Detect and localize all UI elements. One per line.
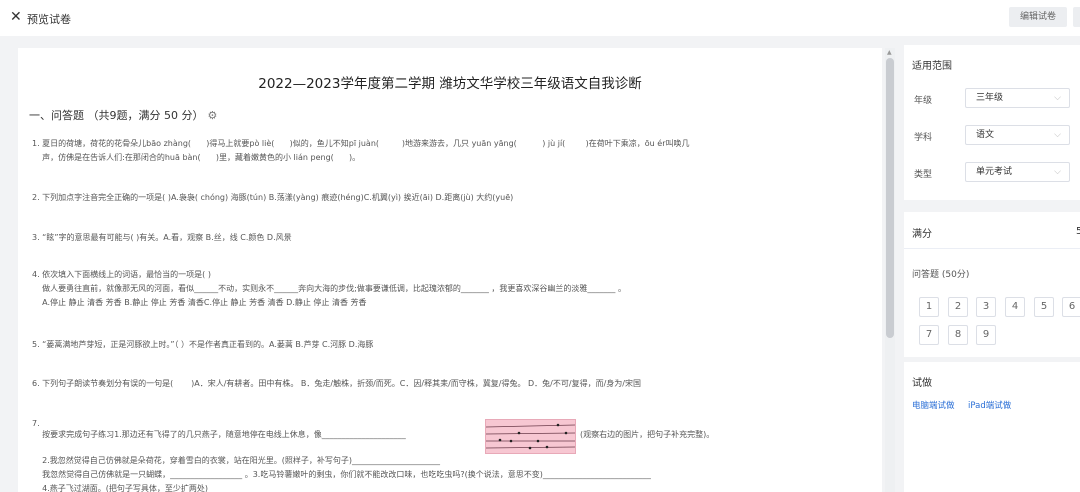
scope-title: 适用范围 — [912, 61, 952, 72]
chevron-down-icon: ⌵ — [1054, 167, 1061, 177]
section-title: 一、问答题 （共9题，满分 50 分） ⚙ — [29, 107, 217, 123]
score-panel: 满分 5 问答题 (50分) 1 2 3 4 5 6 7 8 9 — [904, 212, 1080, 357]
type-label: 类型 — [914, 170, 933, 180]
grade-select[interactable]: 三年级 ⌵ — [965, 88, 1070, 108]
top-bar: ✕ 预览试卷 编辑试卷 — [0, 0, 1080, 36]
grade-value: 三年级 — [976, 93, 1004, 103]
divider — [904, 248, 1080, 249]
scope-panel: 适用范围 年级 三年级 ⌵ 学科 语文 ⌵ 类型 单元考试 ⌵ — [904, 45, 1080, 200]
trial-panel: 试做 电脑端试做 iPad端试做 — [904, 362, 1080, 492]
scroll-up-icon[interactable]: ▲ — [887, 49, 892, 56]
grade-label: 年级 — [914, 96, 933, 106]
exam-title: 2022—2023学年度第二学期 潍坊文华学校三年级语文自我诊断 — [258, 76, 642, 92]
exam-paper: 2022—2023学年度第二学期 潍坊文华学校三年级语文自我诊断 一、问答题 （… — [18, 48, 882, 492]
question-group-label: 问答题 (50分) — [912, 270, 970, 280]
question-1: 1. 夏日的荷塘，荷花的花骨朵儿bāo zhàng( )得马上就要pò liè(… — [32, 139, 690, 162]
question-3: 3. “眩”字的意思最有可能与( )有关。A.看，观察 B.丝，线 C.颜色 D… — [32, 233, 292, 242]
paper-scrollbar[interactable]: ▲ — [885, 48, 895, 492]
question-number-6[interactable]: 6 — [1062, 297, 1080, 317]
chevron-down-icon: ⌵ — [1054, 93, 1061, 103]
ipad-trial-link[interactable]: iPad端试做 — [968, 399, 1011, 411]
chevron-down-icon: ⌵ — [1054, 130, 1061, 140]
question-number-2[interactable]: 2 — [948, 297, 968, 317]
question-number-8[interactable]: 8 — [948, 325, 968, 345]
pc-trial-link[interactable]: 电脑端试做 — [912, 399, 955, 411]
question-6: 6. 下列句子朗读节奏划分有误的一句是( )A．宋人/有耕者。田中有株。 B．兔… — [32, 379, 641, 388]
subject-select[interactable]: 语文 ⌵ — [965, 125, 1070, 145]
close-icon[interactable]: ✕ — [10, 9, 22, 25]
question-number-4[interactable]: 4 — [1005, 297, 1025, 317]
page-title: 预览试卷 — [27, 13, 71, 26]
edit-paper-button[interactable]: 编辑试卷 — [1009, 7, 1067, 27]
question-number-1[interactable]: 1 — [919, 297, 939, 317]
full-score-title: 满分 — [912, 229, 932, 240]
question-number-3[interactable]: 3 — [976, 297, 996, 317]
settings-icon[interactable]: ⚙ — [207, 109, 217, 122]
full-score-value: 5 — [1076, 226, 1080, 237]
question-7-part-1: 按要求完成句子练习1.那边还有飞得了的几只燕子，随意地停在电线上休息，像____… — [32, 430, 406, 439]
swallows-on-wire-image — [485, 419, 576, 454]
more-button[interactable] — [1073, 7, 1080, 27]
question-number-9[interactable]: 9 — [976, 325, 996, 345]
question-2: 2. 下列加点字注音完全正确的一项是( )A.袅袅( chóng) 海豚(tún… — [32, 193, 514, 202]
question-number-5[interactable]: 5 — [1034, 297, 1054, 317]
subject-value: 语文 — [976, 130, 995, 140]
question-5: 5. “蒌蒿满地芦芽短，正是河豚欲上时。”（ ）不是作者真正看到的。A.蒌蒿 B… — [32, 340, 374, 349]
type-value: 单元考试 — [976, 167, 1013, 177]
scroll-thumb[interactable] — [886, 58, 894, 338]
question-7-image-hint: (观察右边的图片，把句子补充完整)。 — [580, 430, 715, 439]
section-title-text: 一、问答题 （共9题，满分 50 分） — [29, 109, 204, 122]
subject-label: 学科 — [914, 133, 933, 143]
question-4: 4. 依次填入下面横线上的词语，最恰当的一项是( ) 做人要勇往直前，就像那无风… — [32, 270, 626, 307]
question-7-part-2: 2.我忽然觉得自己仿佛就是朵荷花，穿着雪白的衣裳，站在阳光里。(照样子，补写句子… — [42, 456, 651, 492]
trial-title: 试做 — [912, 378, 932, 389]
type-select[interactable]: 单元考试 ⌵ — [965, 162, 1070, 182]
question-number-7[interactable]: 7 — [919, 325, 939, 345]
